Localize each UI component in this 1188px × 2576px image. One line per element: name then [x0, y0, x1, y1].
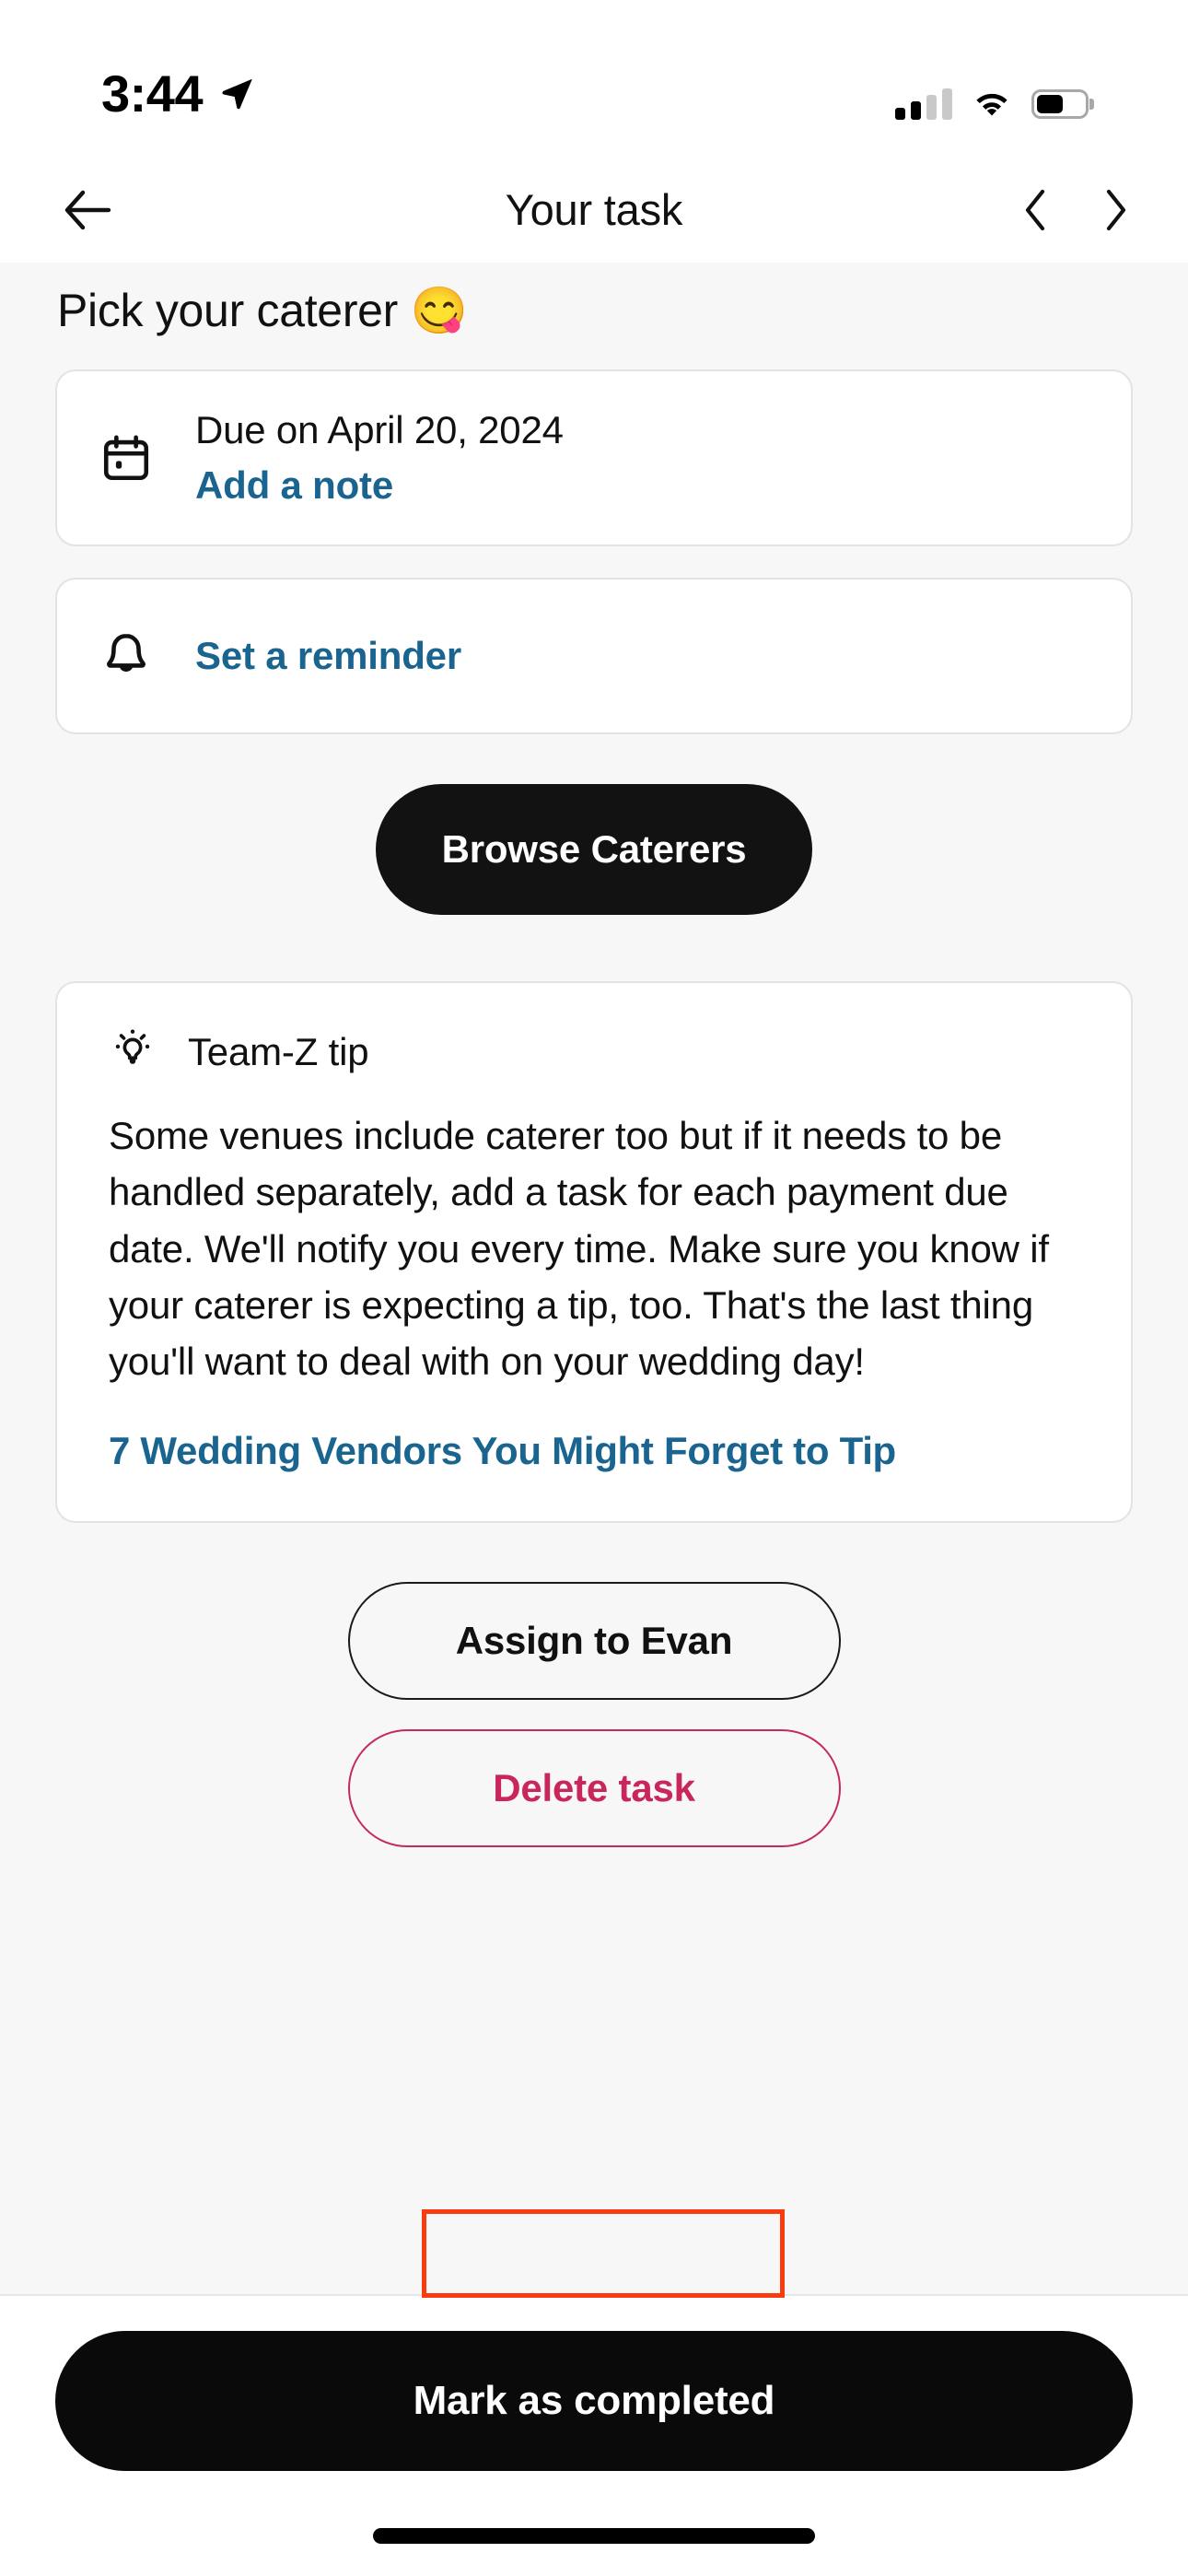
back-button[interactable] [52, 174, 123, 246]
add-note-link[interactable]: Add a note [195, 463, 564, 508]
cellular-signal-icon [895, 88, 952, 120]
navigation-bar: Your task [0, 157, 1188, 263]
lightbulb-icon [109, 1025, 157, 1078]
bottom-action-bar: Mark as completed [0, 2294, 1188, 2576]
browse-caterers-wrap: Browse Caterers [55, 784, 1133, 915]
arrow-left-icon [64, 190, 111, 229]
page-title: Your task [505, 185, 683, 234]
home-indicator [373, 2528, 815, 2544]
nav-pager [1015, 182, 1136, 238]
tip-heading: Team-Z tip [188, 1029, 369, 1073]
tip-header: Team-Z tip [109, 1025, 1079, 1078]
status-bar: 3:44 [0, 0, 1188, 157]
mark-as-completed-button[interactable]: Mark as completed [55, 2331, 1133, 2471]
assign-to-evan-button[interactable]: Assign to Evan [347, 1581, 841, 1700]
status-bar-right [895, 88, 1094, 120]
location-arrow-icon [222, 79, 252, 110]
bell-icon [98, 627, 155, 685]
status-bar-clock: 3:44 [101, 64, 204, 123]
task-name-heading: Pick your caterer 😋 [57, 285, 468, 336]
team-z-tip-card: Team-Z tip Some venues include caterer t… [55, 981, 1133, 1523]
battery-icon [1031, 89, 1094, 119]
chevron-right-icon [1106, 189, 1126, 230]
due-date-texts: Due on April 20, 2024 Add a note [195, 408, 564, 508]
wifi-icon [976, 93, 1007, 116]
previous-task-button[interactable] [1015, 182, 1057, 238]
set-reminder-row: Set a reminder [57, 580, 1131, 732]
delete-task-button[interactable]: Delete task [347, 1728, 841, 1847]
due-date-card[interactable]: Due on April 20, 2024 Add a note [55, 369, 1133, 546]
task-detail-content: Pick your caterer 😋 Due on April 20, 202… [0, 263, 1188, 2576]
chevron-left-icon [1025, 189, 1045, 230]
phone-screen: 3:44 Your task Pick your caterer 😋 Due o… [0, 0, 1188, 2576]
secondary-actions: Assign to Evan Delete task [55, 1581, 1133, 1847]
calendar-icon [98, 429, 155, 486]
next-task-button[interactable] [1094, 182, 1136, 238]
due-date-text: Due on April 20, 2024 [195, 408, 564, 451]
tip-article-link[interactable]: 7 Wedding Vendors You Might Forget to Ti… [109, 1429, 1079, 1473]
set-reminder-label[interactable]: Set a reminder [195, 634, 461, 678]
browse-caterers-button[interactable]: Browse Caterers [375, 784, 813, 915]
tip-body-text: Some venues include caterer too but if i… [109, 1114, 1049, 1384]
set-reminder-card[interactable]: Set a reminder [55, 578, 1133, 734]
due-date-row: Due on April 20, 2024 Add a note [57, 371, 1131, 544]
status-bar-left: 3:44 [101, 68, 254, 120]
